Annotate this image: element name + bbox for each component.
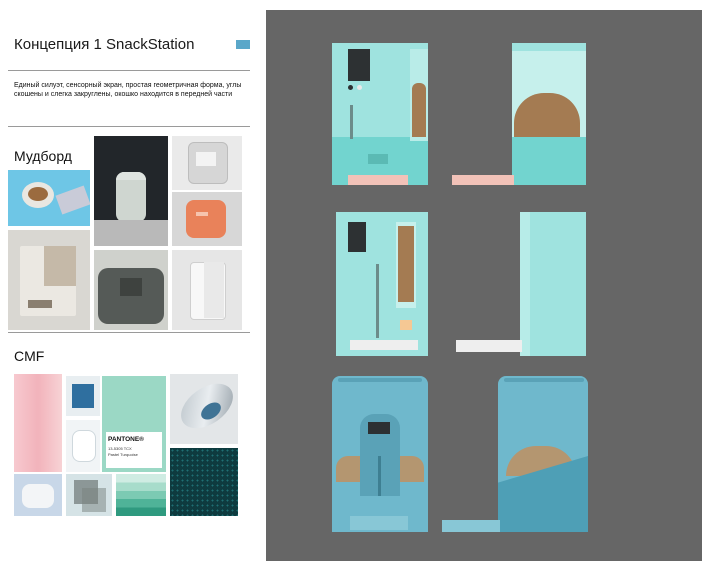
accent-swatch <box>236 40 250 49</box>
moodboard-photo-coffee-machine <box>8 230 90 330</box>
render-3-front <box>332 376 428 532</box>
cmf-white-device-blue <box>14 474 62 516</box>
pantone-label: PANTONE® <box>108 436 144 443</box>
moodboard-photo-humidifier <box>94 136 168 246</box>
divider <box>8 332 250 333</box>
moodboard-photo-white-device <box>172 250 242 330</box>
cmf-heading: CMF <box>14 348 45 364</box>
concept-sheet: Концепция 1 SnackStation Единый силуэт, … <box>0 0 262 561</box>
cmf-pink-gradient <box>14 374 62 472</box>
touch-screen <box>368 422 390 434</box>
cmf-white-device <box>66 420 100 472</box>
pantone-code: 13-5305 TCX <box>108 446 132 451</box>
cmf-green-gradient-swatch <box>116 474 166 516</box>
render-1-side <box>452 43 586 185</box>
cmf-pantone-card: PANTONE® 13-5305 TCX Pastel Turquoise <box>102 376 166 472</box>
pantone-name: Pastel Turquoise <box>108 452 138 457</box>
renders-sheet <box>262 0 702 561</box>
concept-title: Концепция 1 SnackStation <box>14 36 195 53</box>
touch-screen <box>348 49 370 81</box>
cmf-tinted-glass <box>66 474 112 516</box>
divider <box>8 70 250 71</box>
concept-description: Единый силуэт, сенсорный экран, простая … <box>14 82 242 98</box>
cmf-perforated-mesh <box>170 448 238 516</box>
touch-screen <box>348 222 366 252</box>
render-2-side <box>456 212 586 356</box>
moodboard-photo-device <box>172 136 242 190</box>
render-canvas <box>266 10 702 561</box>
moodboard-photo-dark-device <box>94 250 168 330</box>
moodboard-heading: Мудборд <box>14 148 72 164</box>
divider <box>8 126 250 127</box>
cmf-blue-box <box>66 376 100 416</box>
moodboard-photo-orange-box <box>172 192 242 246</box>
moodboard-photo-bowl <box>8 170 90 226</box>
render-1-front <box>332 43 428 185</box>
render-2-front <box>336 212 428 356</box>
cmf-brushed-metal <box>170 374 238 444</box>
render-3-side <box>442 376 588 532</box>
